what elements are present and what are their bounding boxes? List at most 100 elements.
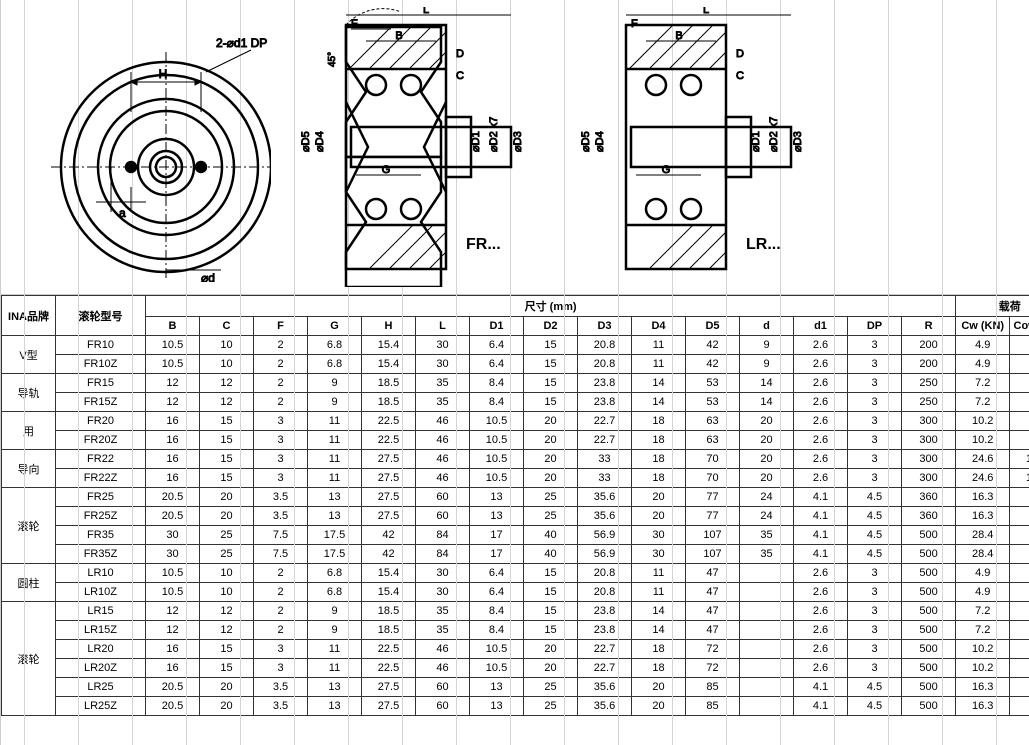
- value-cell: [740, 564, 794, 583]
- value-cell: 18.5: [362, 621, 416, 640]
- value-cell: 11: [308, 450, 362, 469]
- value-cell: 2: [254, 355, 308, 374]
- value-cell: 35.6: [578, 697, 632, 716]
- value-cell: 3: [848, 393, 902, 412]
- value-cell: 18: [632, 659, 686, 678]
- table-row: 导向FR22161531127.54610.520331870202.63300…: [2, 450, 1029, 469]
- value-cell: 4.9: [956, 355, 1010, 374]
- svg-text:C: C: [456, 70, 464, 82]
- value-cell: 63: [686, 431, 740, 450]
- value-cell: 20: [524, 412, 578, 431]
- value-cell: 24.6: [956, 469, 1010, 488]
- value-cell: 24.6: [956, 450, 1010, 469]
- model-cell: LR25: [56, 678, 146, 697]
- svg-text:⌀D5: ⌀D5: [580, 131, 592, 152]
- value-cell: 18: [632, 431, 686, 450]
- table-row: FR20Z161531122.54610.52022.71863202.6330…: [2, 431, 1029, 450]
- value-cell: 500: [902, 697, 956, 716]
- value-cell: 107: [686, 545, 740, 564]
- value-cell: 10.5: [470, 412, 524, 431]
- value-cell: 30: [146, 526, 200, 545]
- value-cell: 25: [524, 678, 578, 697]
- svg-text:L: L: [423, 7, 429, 16]
- value-cell: 56.9: [578, 526, 632, 545]
- value-cell: 15: [524, 583, 578, 602]
- value-cell: 17: [470, 526, 524, 545]
- value-cell: 16.2: [1010, 469, 1029, 488]
- value-cell: 20: [524, 640, 578, 659]
- value-cell: 20: [632, 488, 686, 507]
- value-cell: 20: [740, 431, 794, 450]
- value-cell: 25: [524, 507, 578, 526]
- value-cell: 12: [200, 621, 254, 640]
- value-cell: 2.6: [794, 355, 848, 374]
- value-cell: 20: [200, 488, 254, 507]
- value-cell: 6.8: [308, 583, 362, 602]
- value-cell: 20.5: [146, 507, 200, 526]
- value-cell: 4.9: [956, 564, 1010, 583]
- value-cell: 9.5: [1010, 640, 1029, 659]
- model-cell: FR35Z: [56, 545, 146, 564]
- value-cell: 23.8: [578, 621, 632, 640]
- value-cell: 8.4: [470, 602, 524, 621]
- value-cell: 2: [254, 374, 308, 393]
- value-cell: 15: [524, 374, 578, 393]
- value-cell: 25: [524, 488, 578, 507]
- value-cell: 23.8: [578, 374, 632, 393]
- value-cell: 6.8: [1010, 602, 1029, 621]
- value-cell: 60: [416, 488, 470, 507]
- value-cell: 3.5: [254, 697, 308, 716]
- value-cell: 2: [254, 583, 308, 602]
- value-cell: 2.6: [794, 469, 848, 488]
- value-cell: 3.5: [254, 678, 308, 697]
- value-cell: 20: [200, 507, 254, 526]
- svg-text:D: D: [456, 48, 464, 60]
- front-view-drawing: H 2-⌀d1 DP a ⌀d: [51, 12, 271, 282]
- value-cell: 15: [200, 640, 254, 659]
- value-cell: 15: [1010, 507, 1029, 526]
- value-cell: 16: [146, 412, 200, 431]
- value-cell: 35: [416, 374, 470, 393]
- model-cell: LR10Z: [56, 583, 146, 602]
- value-cell: 4.5: [848, 678, 902, 697]
- value-cell: 2: [254, 602, 308, 621]
- value-cell: 6.4: [470, 583, 524, 602]
- value-cell: 20: [200, 697, 254, 716]
- category-cell: 用: [2, 412, 56, 450]
- value-cell: 35: [740, 545, 794, 564]
- value-cell: 15: [524, 564, 578, 583]
- value-cell: 15: [524, 621, 578, 640]
- value-cell: 12: [146, 393, 200, 412]
- model-cell: LR20Z: [56, 659, 146, 678]
- value-cell: 20: [524, 659, 578, 678]
- value-cell: 35: [740, 526, 794, 545]
- table-row: LR15Z12122918.5358.41523.814472.635007.2…: [2, 621, 1029, 640]
- svg-text:⌀D1: ⌀D1: [750, 131, 762, 152]
- value-cell: 14: [740, 374, 794, 393]
- value-cell: 14: [632, 393, 686, 412]
- value-cell: 9: [308, 393, 362, 412]
- value-cell: 12: [200, 374, 254, 393]
- value-cell: 30: [632, 545, 686, 564]
- svg-text:B: B: [675, 30, 682, 42]
- value-cell: 7.5: [254, 545, 308, 564]
- value-cell: 24: [740, 507, 794, 526]
- col-d2: D2: [524, 317, 578, 336]
- value-cell: 10.2: [956, 431, 1010, 450]
- value-cell: 9.5: [1010, 431, 1029, 450]
- value-cell: 18: [632, 412, 686, 431]
- col-d1: D1: [470, 317, 524, 336]
- value-cell: 27.5: [362, 507, 416, 526]
- value-cell: 22.5: [362, 412, 416, 431]
- value-cell: 5.3: [1010, 583, 1029, 602]
- col-l: L: [416, 317, 470, 336]
- value-cell: 4.1: [794, 697, 848, 716]
- category-cell: 滚轮: [2, 602, 56, 716]
- col-d: d: [740, 317, 794, 336]
- value-cell: 22.7: [578, 640, 632, 659]
- value-cell: 11: [308, 431, 362, 450]
- table-row: FR22Z161531127.54610.520331870202.633002…: [2, 469, 1029, 488]
- value-cell: 3: [848, 602, 902, 621]
- spec-table: INA品牌 滚轮型号 尺寸 (mm) 载荷 BCFGHLD1D2D3D4D5dd…: [1, 295, 1029, 716]
- svg-text:a: a: [119, 206, 126, 220]
